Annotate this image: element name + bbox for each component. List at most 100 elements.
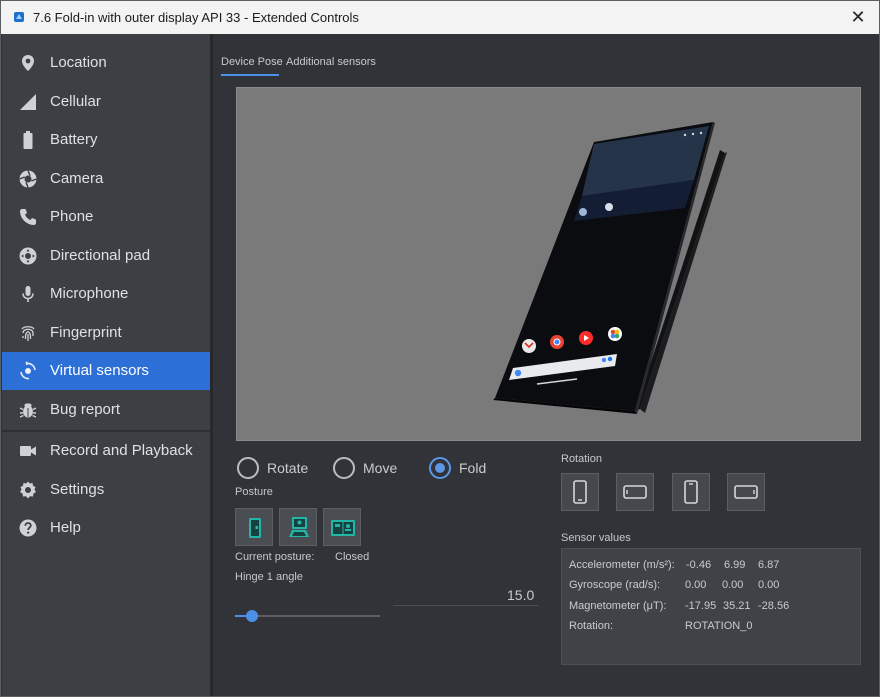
sensor-value-z: 6.87 xyxy=(758,559,780,571)
device-pose-viewport[interactable] xyxy=(236,87,861,441)
tab-selected-indicator xyxy=(221,74,279,76)
radio-circle xyxy=(429,457,451,479)
sidebar-item-label: Battery xyxy=(50,131,98,148)
radio-label: Rotate xyxy=(267,460,309,476)
bug-icon xyxy=(18,400,38,420)
posture-closed-button[interactable] xyxy=(235,508,273,546)
radio-circle xyxy=(333,457,355,479)
sensor-value-x: 0.00 xyxy=(685,579,707,591)
sensor-name: Accelerometer (m/s²): xyxy=(569,559,675,571)
sidebar-item-label: Virtual sensors xyxy=(50,362,149,379)
rotation-label: Rotation xyxy=(561,453,602,465)
sidebar-item-virtual-sensors[interactable]: Virtual sensors xyxy=(2,352,210,390)
sensor-value-x: -17.95 xyxy=(685,600,717,612)
sensor-values-panel: Accelerometer (m/s²): -0.46 6.99 6.87 Gy… xyxy=(561,548,861,665)
gear-icon xyxy=(18,480,38,500)
home-icon-1 xyxy=(579,208,587,216)
sensor-values-label: Sensor values xyxy=(561,532,631,544)
sidebar-item-directional-pad[interactable]: Directional pad xyxy=(2,237,210,275)
title-bar: 7.6 Fold-in with outer display API 33 - … xyxy=(1,1,879,34)
dpad-icon xyxy=(18,246,38,266)
hinge-angle-field-underline xyxy=(393,605,538,606)
radio-circle xyxy=(237,457,259,479)
move-radio[interactable]: Move xyxy=(333,457,413,479)
rotation-icon xyxy=(18,361,38,381)
video-camera-icon xyxy=(18,441,38,461)
radio-label: Move xyxy=(363,460,398,476)
current-posture-value: Closed xyxy=(335,551,370,563)
radio-label: Fold xyxy=(459,460,487,476)
tabletop-posture-icon xyxy=(289,517,309,537)
hinge-angle-label: Hinge 1 angle xyxy=(235,571,303,583)
extended-controls-window: 7.6 Fold-in with outer display API 33 - … xyxy=(0,0,880,697)
open-posture-icon xyxy=(331,520,355,536)
posture-tabletop-button[interactable] xyxy=(279,508,317,546)
sidebar-item-fingerprint[interactable]: Fingerprint xyxy=(2,314,210,352)
window-title: 7.6 Fold-in with outer display API 33 - … xyxy=(33,10,359,25)
sidebar-item-label: Help xyxy=(50,519,81,536)
sidebar-item-label: Location xyxy=(50,54,107,71)
portrait-reverse-icon xyxy=(684,480,698,504)
sidebar-item-cellular[interactable]: Cellular xyxy=(2,83,210,121)
posture-open-button[interactable] xyxy=(323,508,361,546)
sensor-name: Magnetometer (μT): xyxy=(569,600,667,612)
close-button[interactable]: ✕ xyxy=(847,6,869,28)
sidebar-item-label: Phone xyxy=(50,208,94,225)
home-icon-2 xyxy=(605,203,613,211)
sidebar-item-label: Settings xyxy=(50,481,105,498)
portrait-icon xyxy=(573,480,587,504)
virtual-sensors-panel: Device Pose Additional sensors Rotate Mo… xyxy=(213,34,879,696)
camera-shutter-icon xyxy=(18,169,38,189)
phone-icon xyxy=(18,207,38,227)
sidebar-item-bug-report[interactable]: Bug report xyxy=(2,391,210,429)
help-icon xyxy=(18,518,38,538)
sidebar-item-label: Microphone xyxy=(50,285,129,302)
sidebar-item-battery[interactable]: Battery xyxy=(2,121,210,159)
rotate-portrait-reverse-button[interactable] xyxy=(672,473,710,511)
sidebar-item-microphone[interactable]: Microphone xyxy=(2,275,210,313)
battery-icon xyxy=(18,130,38,150)
hinge-angle-value[interactable]: 15.0 xyxy=(507,587,534,603)
emulator-app-icon xyxy=(14,12,24,22)
tab-additional-sensors[interactable]: Additional sensors xyxy=(286,56,376,68)
location-pin-icon xyxy=(18,53,38,73)
hinge-angle-slider-thumb[interactable] xyxy=(246,610,258,622)
tab-device-pose[interactable]: Device Pose xyxy=(221,56,283,68)
photos-icon xyxy=(608,327,622,341)
sensor-value-x: -0.46 xyxy=(686,559,712,571)
sidebar-item-label: Fingerprint xyxy=(50,324,122,341)
rotate-radio[interactable]: Rotate xyxy=(237,457,327,479)
sensor-value-z: 0.00 xyxy=(758,579,780,591)
sensor-name: Gyroscope (rad/s): xyxy=(569,579,661,591)
current-posture-label: Current posture: xyxy=(235,551,315,563)
sidebar-item-label: Camera xyxy=(50,170,104,187)
sidebar-item-label: Record and Playback xyxy=(50,442,193,459)
fingerprint-icon xyxy=(18,323,38,343)
rotate-landscape-reverse-button[interactable] xyxy=(727,473,765,511)
sidebar-item-location[interactable]: Location xyxy=(2,44,210,82)
landscape-icon xyxy=(623,485,647,499)
sidebar-item-label: Cellular xyxy=(50,93,101,110)
sidebar-item-label: Bug report xyxy=(50,401,121,418)
sensor-value-y: 35.21 xyxy=(723,600,751,612)
sidebar: Location Cellular Battery Camera Phone D… xyxy=(2,34,210,696)
sidebar-item-camera[interactable]: Camera xyxy=(2,160,210,198)
posture-label: Posture xyxy=(235,486,273,498)
rotate-landscape-button[interactable] xyxy=(616,473,654,511)
sidebar-item-help[interactable]: Help xyxy=(2,509,210,547)
microphone-icon xyxy=(18,284,38,304)
closed-posture-icon xyxy=(249,518,261,538)
signal-icon xyxy=(18,92,38,112)
foldable-device-3d-render[interactable] xyxy=(237,88,861,441)
sidebar-item-label: Directional pad xyxy=(50,247,151,264)
close-icon: ✕ xyxy=(850,7,866,27)
sidebar-item-record-and-playback[interactable]: Record and Playback xyxy=(2,432,210,470)
sidebar-item-phone[interactable]: Phone xyxy=(2,198,210,236)
fold-radio[interactable]: Fold xyxy=(429,457,509,479)
sensor-value-y: 0.00 xyxy=(722,579,744,591)
landscape-reverse-icon xyxy=(734,485,758,499)
sensor-name: Rotation: xyxy=(569,620,614,632)
sensor-value: ROTATION_0 xyxy=(685,620,753,632)
rotate-portrait-button[interactable] xyxy=(561,473,599,511)
sidebar-item-settings[interactable]: Settings xyxy=(2,471,210,509)
